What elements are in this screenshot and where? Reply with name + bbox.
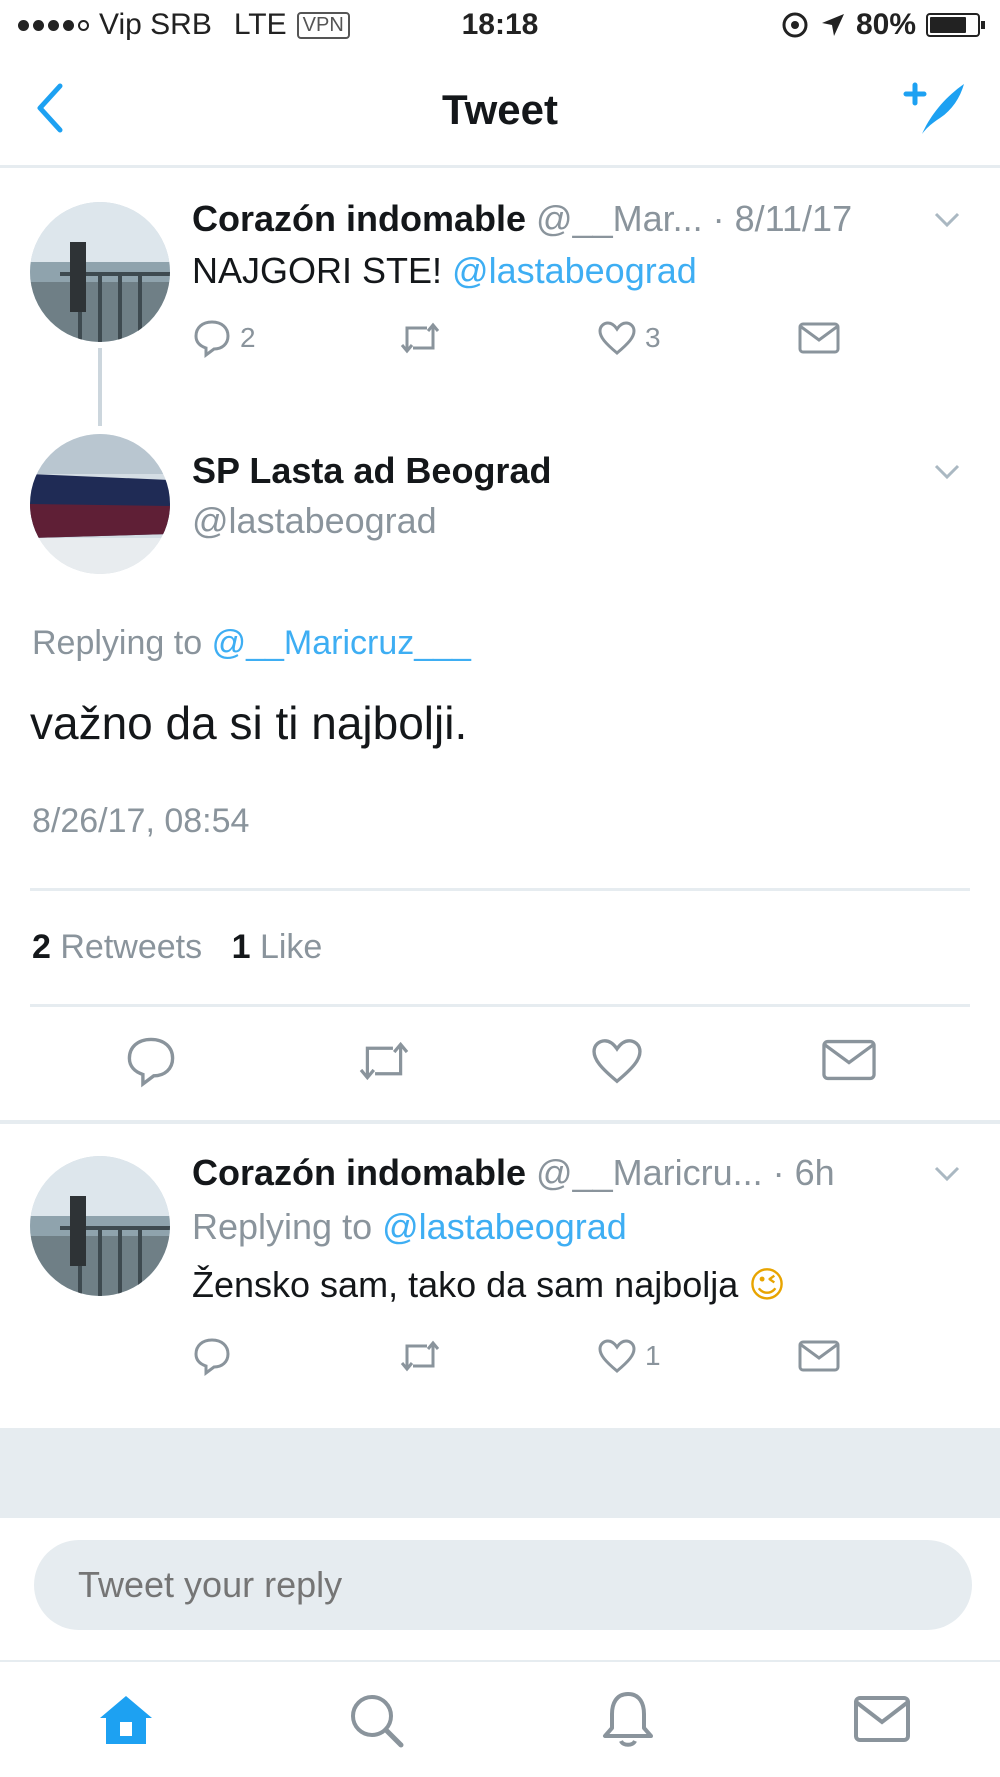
orientation-lock-icon <box>782 12 808 38</box>
divider <box>30 1004 970 1007</box>
like-count: 1 <box>231 928 251 966</box>
main-tweet: SP Lasta ad Beograd @lastabeograd Replyi… <box>0 428 1000 1118</box>
battery-icon <box>926 13 985 37</box>
reply-tweet-header: Corazón indomable @__Maricru... · 6h <box>192 1152 835 1194</box>
reply-input[interactable] <box>34 1540 972 1630</box>
reply-icon <box>194 320 230 358</box>
replying-label: Replying to <box>192 1206 373 1247</box>
like-action[interactable]: 1 <box>597 1338 797 1374</box>
tweet-text: Žensko sam, tako da sam najbolja 😉 <box>192 1264 786 1306</box>
parent-tweet-header: Corazón indomable @__Mar... · 8/11/17 <box>192 198 852 240</box>
wink-emoji-icon: 😉 <box>748 1265 786 1306</box>
tweet-text: NAJGORI STE! @lastabeograd <box>192 250 697 292</box>
engagement-stats: 2 Retweets 1 Like <box>32 928 322 967</box>
parent-tweet[interactable]: Corazón indomable @__Mar... · 8/11/17 NA… <box>0 168 1000 428</box>
reply-action[interactable]: 2 <box>192 318 397 358</box>
avatar[interactable] <box>30 1156 170 1296</box>
retweets-stat[interactable]: 2 Retweets <box>32 928 202 966</box>
chevron-down-icon[interactable] <box>934 464 960 480</box>
display-name[interactable]: SP Lasta ad Beograd <box>192 450 551 492</box>
heart-icon <box>598 1339 636 1373</box>
home-icon[interactable] <box>96 1692 156 1748</box>
tweet-time: · 6h <box>772 1152 835 1193</box>
profile-photo-icon <box>30 202 170 342</box>
tweet-actions: 1 <box>192 1336 892 1376</box>
reply-icon[interactable] <box>124 1034 178 1088</box>
likes-stat[interactable]: 1 Like <box>232 928 323 966</box>
replying-to-link[interactable]: @lastabeograd <box>382 1206 627 1247</box>
status-right: 80% <box>780 8 985 42</box>
reply-icon <box>194 1338 230 1376</box>
handle: @lastabeograd <box>192 500 437 541</box>
tab-bar <box>0 1660 1000 1777</box>
status-bar: Vip SRB LTE VPN 18:18 80% <box>0 0 1000 50</box>
main-tweet-actions <box>0 1028 1000 1098</box>
envelope-icon[interactable] <box>820 1036 878 1084</box>
location-arrow-icon <box>821 14 844 36</box>
envelope-icon <box>798 322 840 354</box>
battery-percent: 80% <box>855 8 916 41</box>
reply-composer <box>0 1518 1000 1678</box>
profile-photo-icon <box>30 1156 170 1296</box>
like-count: 1 <box>645 1340 661 1371</box>
dm-action[interactable] <box>797 1338 841 1374</box>
messages-icon[interactable] <box>852 1694 912 1744</box>
nav-bar: Tweet <box>0 50 1000 168</box>
reply-tweet[interactable]: Corazón indomable @__Maricru... · 6h Rep… <box>0 1124 1000 1428</box>
replying-to: Replying to @__Maricruz___ <box>32 624 471 663</box>
chevron-down-icon[interactable] <box>934 212 960 228</box>
replying-to: Replying to @lastabeograd <box>192 1206 627 1248</box>
compose-tweet-icon[interactable] <box>900 76 970 140</box>
empty-area <box>0 1428 1000 1518</box>
heart-icon[interactable] <box>590 1036 644 1086</box>
retweet-action[interactable] <box>397 320 597 356</box>
retweet-count: 2 <box>32 928 51 966</box>
tweet-text: važno da si ti najbolji. <box>30 697 468 749</box>
display-name[interactable]: Corazón indomable <box>192 198 526 239</box>
heart-icon <box>598 321 636 355</box>
divider <box>30 888 970 891</box>
handle: @__Maricru... <box>536 1152 763 1193</box>
replying-label: Replying to <box>32 624 203 662</box>
search-icon[interactable] <box>346 1690 406 1750</box>
tweet-body: Žensko sam, tako da sam najbolja <box>192 1264 739 1305</box>
tweet-timestamp: 8/26/17, 08:54 <box>32 802 250 840</box>
retweet-icon <box>400 322 440 354</box>
tweet-body: NAJGORI STE! <box>192 250 443 291</box>
retweet-icon <box>400 1340 440 1372</box>
display-name[interactable]: Corazón indomable <box>192 1152 526 1193</box>
notifications-icon[interactable] <box>600 1688 656 1750</box>
avatar[interactable] <box>30 202 170 342</box>
like-action[interactable]: 3 <box>597 320 797 356</box>
page-title: Tweet <box>442 86 558 133</box>
retweet-action[interactable] <box>397 1338 597 1374</box>
like-count: 3 <box>645 322 661 353</box>
tweet-actions: 2 3 <box>192 318 892 358</box>
tweet-date: · 8/11/17 <box>712 198 853 239</box>
chevron-down-icon[interactable] <box>934 1166 960 1182</box>
envelope-icon <box>798 1340 840 1372</box>
thread-connector <box>98 348 102 426</box>
replying-to-link[interactable]: @__Maricruz___ <box>212 624 471 662</box>
reply-count: 2 <box>240 322 256 353</box>
retweet-icon[interactable] <box>354 1038 414 1084</box>
profile-photo-icon <box>30 434 170 574</box>
mention-link[interactable]: @lastabeograd <box>452 250 697 291</box>
retweet-label: Retweets <box>60 928 203 966</box>
dm-action[interactable] <box>797 320 841 356</box>
reply-action[interactable] <box>192 1336 397 1376</box>
handle: @__Mar... <box>536 198 703 239</box>
avatar[interactable] <box>30 434 170 574</box>
like-label: Like <box>259 928 323 966</box>
